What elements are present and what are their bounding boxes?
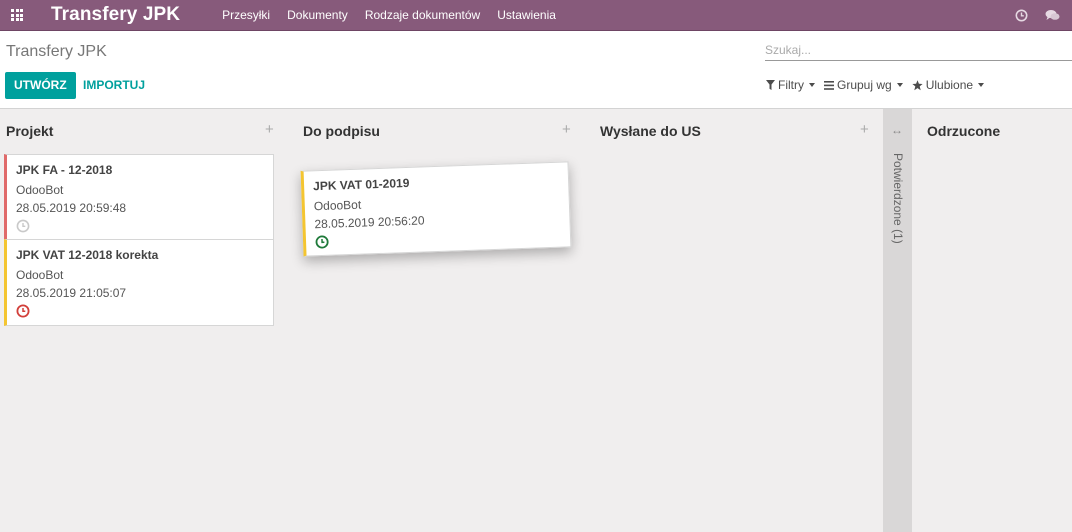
column-title-do-podpisu: Do podpisu <box>303 123 380 139</box>
menu-item-rodzaje-dokumentow[interactable]: Rodzaje dokumentów <box>365 8 480 22</box>
clock-red-icon[interactable] <box>16 304 273 321</box>
star-icon <box>912 79 923 91</box>
card-user: OdooBot <box>16 268 64 282</box>
menu-item-ustawienia[interactable]: Ustawienia <box>497 8 556 22</box>
column-title-wyslane-do-us: Wysłane do US <box>600 123 701 139</box>
search-input[interactable] <box>765 40 1072 60</box>
filters-button[interactable]: Filtry <box>766 78 815 92</box>
search-field <box>765 40 1072 61</box>
create-button[interactable]: UTWÓRZ <box>5 72 76 99</box>
top-navbar: Transfery JPK Przesyłki Dokumenty Rodzaj… <box>0 0 1072 31</box>
card-date: 28.05.2019 21:05:07 <box>16 286 127 300</box>
chevron-down-icon <box>978 83 985 87</box>
import-button[interactable]: IMPORTUJ <box>83 72 145 99</box>
messaging-chat-icon[interactable] <box>1045 9 1060 22</box>
unfold-arrows-icon[interactable]: ↔ <box>891 123 903 137</box>
groupby-button[interactable]: Grupuj wg <box>824 78 903 92</box>
search-options: Filtry Grupuj wg Ulubione <box>766 78 993 92</box>
card-title: JPK VAT 12-2018 korekta <box>16 248 159 262</box>
menu-item-przesylki[interactable]: Przesyłki <box>222 8 270 22</box>
kanban-card[interactable]: JPK VAT 12-2018 korekta OdooBot 28.05.20… <box>4 239 274 326</box>
control-panel: Transfery JPK UTWÓRZ IMPORTUJ Filtry Gru… <box>0 31 1072 109</box>
apps-menu-icon[interactable] <box>0 0 34 31</box>
breadcrumb: Transfery JPK <box>6 43 107 60</box>
quick-create-plus-icon[interactable]: + <box>860 121 869 138</box>
card-title: JPK FA - 12-2018 <box>16 163 113 177</box>
groupby-label: Grupuj wg <box>837 78 892 92</box>
folded-column-potwierdzone[interactable]: ↔ Potwierdzone (1) <box>883 109 912 532</box>
favorites-label: Ulubione <box>925 78 974 92</box>
kanban-card[interactable]: JPK FA - 12-2018 OdooBot 28.05.2019 20:5… <box>4 154 274 240</box>
kanban-board: Projekt + JPK FA - 12-2018 OdooBot 28.05… <box>0 109 1072 532</box>
app-brand[interactable]: Transfery JPK <box>51 4 180 26</box>
kanban-card-dragged[interactable]: JPK VAT 01-2019 OdooBot 28.05.2019 20:56… <box>300 161 572 257</box>
column-title-projekt: Projekt <box>6 123 54 139</box>
systray <box>998 0 1060 31</box>
filters-label: Filtry <box>778 78 804 92</box>
clock-green-icon[interactable] <box>315 226 570 252</box>
folded-column-title: Potwierdzone (1) <box>891 153 905 244</box>
card-date: 28.05.2019 20:59:48 <box>16 201 127 215</box>
favorites-button[interactable]: Ulubione <box>912 78 985 92</box>
card-user: OdooBot <box>16 183 64 197</box>
filter-funnel-icon <box>766 80 775 90</box>
groupby-bars-icon <box>824 80 834 90</box>
folded-column-count: (1) <box>891 229 905 244</box>
chevron-down-icon <box>809 83 815 87</box>
menu-item-dokumenty[interactable]: Dokumenty <box>287 8 348 22</box>
quick-create-plus-icon[interactable]: + <box>562 121 571 138</box>
activity-clock-icon[interactable] <box>1015 9 1028 22</box>
main-menu: Przesyłki Dokumenty Rodzaje dokumentów U… <box>222 8 573 22</box>
card-title: JPK VAT 01-2019 <box>312 175 410 194</box>
chevron-down-icon <box>896 83 903 87</box>
clock-grey-icon[interactable] <box>16 219 273 236</box>
column-title-odrzucone: Odrzucone <box>927 123 1001 139</box>
quick-create-plus-icon[interactable]: + <box>265 121 274 138</box>
